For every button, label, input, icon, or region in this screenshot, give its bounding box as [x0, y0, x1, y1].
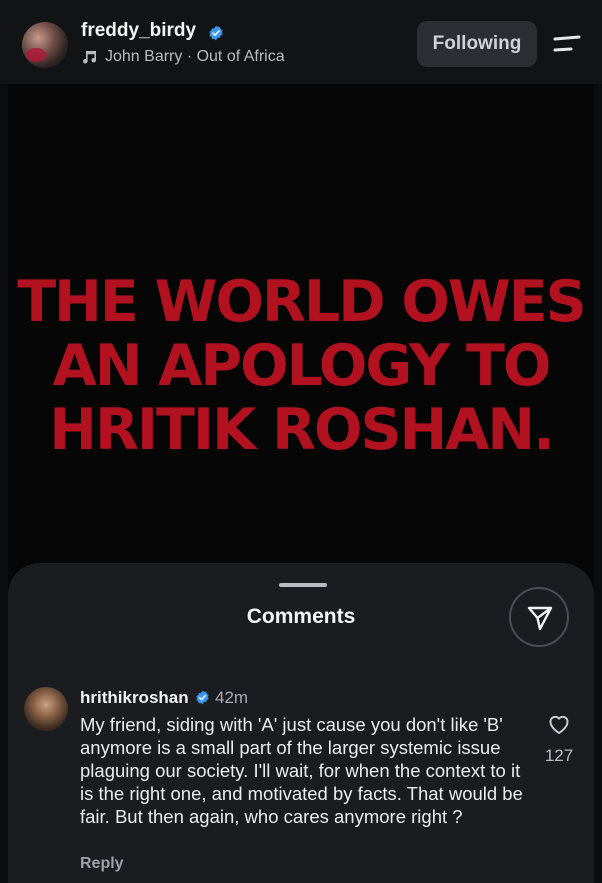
- like-count: 127: [544, 746, 574, 765]
- audio-track-label: John Barry · Out of Africa: [105, 48, 285, 65]
- comment-avatar[interactable]: [24, 687, 68, 731]
- video-headline: THE WORLD OWES AN APOLOGY TO HRITIK ROSH…: [0, 270, 602, 462]
- send-icon: [527, 606, 553, 631]
- share-button[interactable]: [509, 587, 569, 647]
- comment-username[interactable]: hrithikroshan: [80, 688, 189, 708]
- comment-text: My friend, siding with 'A' just cause yo…: [80, 714, 523, 827]
- sheet-drag-handle[interactable]: [279, 583, 327, 587]
- verified-badge-icon: [209, 25, 223, 41]
- headline-line-2: AN APOLOGY TO: [52, 333, 552, 399]
- heart-icon[interactable]: [547, 713, 571, 735]
- verified-badge-icon: [196, 690, 209, 705]
- headline-line-1: THE WORLD OWES: [17, 269, 586, 335]
- menu-icon[interactable]: [552, 34, 582, 54]
- reply-button[interactable]: Reply: [80, 855, 124, 873]
- audio-track[interactable]: John Barry · Out of Africa: [81, 48, 285, 66]
- profile-avatar[interactable]: [22, 22, 68, 68]
- headline-line-3: HRITIK ROSHAN.: [49, 397, 554, 463]
- comment-timestamp: 42m: [215, 688, 249, 707]
- following-button[interactable]: Following: [417, 21, 537, 67]
- music-note-icon: [83, 51, 96, 64]
- username[interactable]: freddy_birdy: [81, 20, 196, 42]
